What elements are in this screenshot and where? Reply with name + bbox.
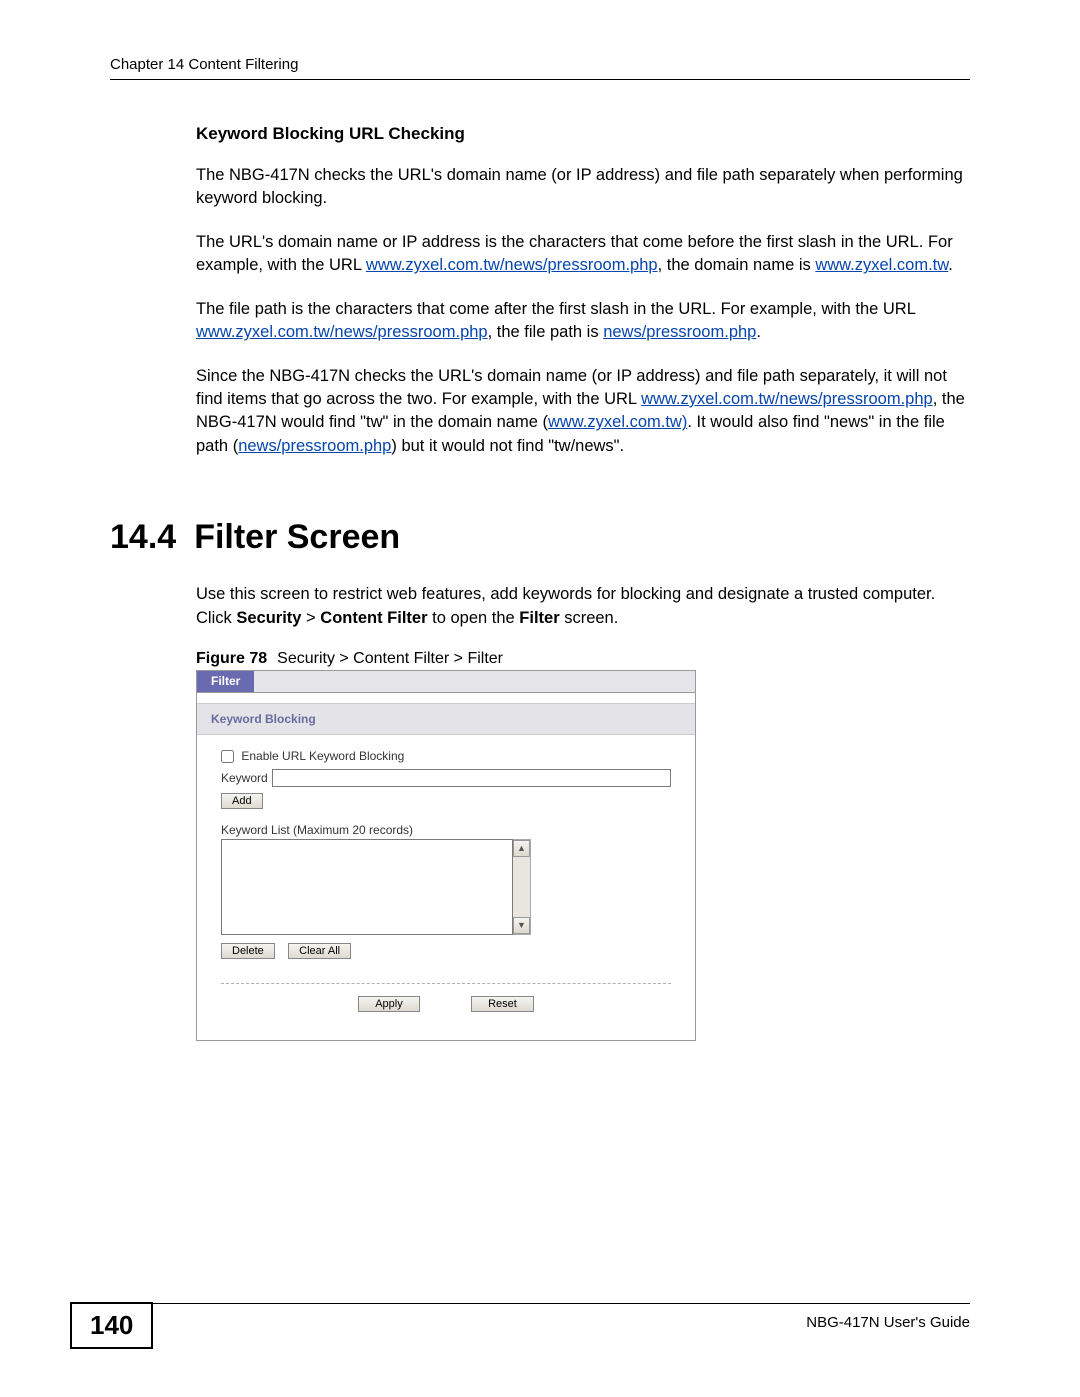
add-button[interactable]: Add [221, 793, 263, 809]
section-bar-keyword-blocking: Keyword Blocking [197, 703, 695, 735]
link-url-example-3[interactable]: www.zyxel.com.tw/news/pressroom.php [641, 390, 933, 408]
enable-keyword-blocking-label: Enable URL Keyword Blocking [241, 749, 404, 763]
bold-text: Filter [519, 609, 559, 627]
paragraph: Since the NBG-417N checks the URL's doma… [196, 365, 970, 459]
divider [221, 983, 671, 984]
bold-text: Content Filter [320, 609, 427, 627]
link-filepath-example-2[interactable]: news/pressroom.php [238, 437, 391, 455]
section-number: 14.4 [110, 518, 176, 556]
text: > [301, 609, 320, 627]
tab-row: Filter [197, 671, 695, 693]
page-footer: 140 NBG-417N User's Guide [70, 1303, 970, 1349]
clear-all-button[interactable]: Clear All [288, 943, 351, 959]
scrollbar[interactable]: ▲ ▼ [513, 839, 531, 935]
text: ) but it would not find "tw/news". [391, 437, 624, 455]
text: . [948, 256, 953, 274]
figure-caption-text: Security > Content Filter > Filter [277, 650, 503, 667]
link-url-example-2[interactable]: www.zyxel.com.tw/news/pressroom.php [196, 323, 488, 341]
figure-label: Figure 78 [196, 650, 267, 667]
keyword-list[interactable] [221, 839, 513, 935]
scroll-down-icon[interactable]: ▼ [513, 917, 530, 934]
apply-button[interactable]: Apply [358, 996, 420, 1012]
text: screen. [560, 609, 619, 627]
keyword-input[interactable] [272, 769, 671, 787]
page-number: 140 [70, 1302, 153, 1349]
paragraph: The file path is the characters that com… [196, 298, 970, 345]
delete-button[interactable]: Delete [221, 943, 275, 959]
reset-button[interactable]: Reset [471, 996, 534, 1012]
link-domain-example-2[interactable]: www.zyxel.com.tw) [548, 413, 687, 431]
keyword-list-label: Keyword List (Maximum 20 records) [221, 823, 671, 837]
guide-label: NBG-417N User's Guide [806, 1304, 970, 1331]
enable-keyword-blocking-checkbox[interactable] [221, 750, 234, 763]
text: The file path is the characters that com… [196, 300, 915, 318]
paragraph: The NBG-417N checks the URL's domain nam… [196, 164, 970, 211]
subheading-keyword-blocking: Keyword Blocking URL Checking [196, 124, 970, 144]
section-heading-filter-screen: 14.4 Filter Screen [110, 518, 970, 557]
paragraph: Use this screen to restrict web features… [196, 583, 970, 630]
filter-ui-panel: Filter Keyword Blocking Enable URL Keywo… [196, 670, 696, 1041]
scroll-up-icon[interactable]: ▲ [513, 840, 530, 857]
bold-text: Security [236, 609, 301, 627]
tab-filter[interactable]: Filter [197, 671, 254, 692]
keyword-label: Keyword [221, 771, 268, 785]
text: . [756, 323, 761, 341]
paragraph: The URL's domain name or IP address is t… [196, 231, 970, 278]
link-filepath-example[interactable]: news/pressroom.php [603, 323, 756, 341]
text: , the domain name is [658, 256, 816, 274]
text: to open the [428, 609, 520, 627]
chapter-header: Chapter 14 Content Filtering [110, 56, 970, 80]
figure-caption: Figure 78 Security > Content Filter > Fil… [196, 650, 970, 668]
link-url-example-1[interactable]: www.zyxel.com.tw/news/pressroom.php [366, 256, 658, 274]
link-domain-example[interactable]: www.zyxel.com.tw [815, 256, 948, 274]
text: , the file path is [488, 323, 604, 341]
section-title: Filter Screen [194, 518, 400, 556]
